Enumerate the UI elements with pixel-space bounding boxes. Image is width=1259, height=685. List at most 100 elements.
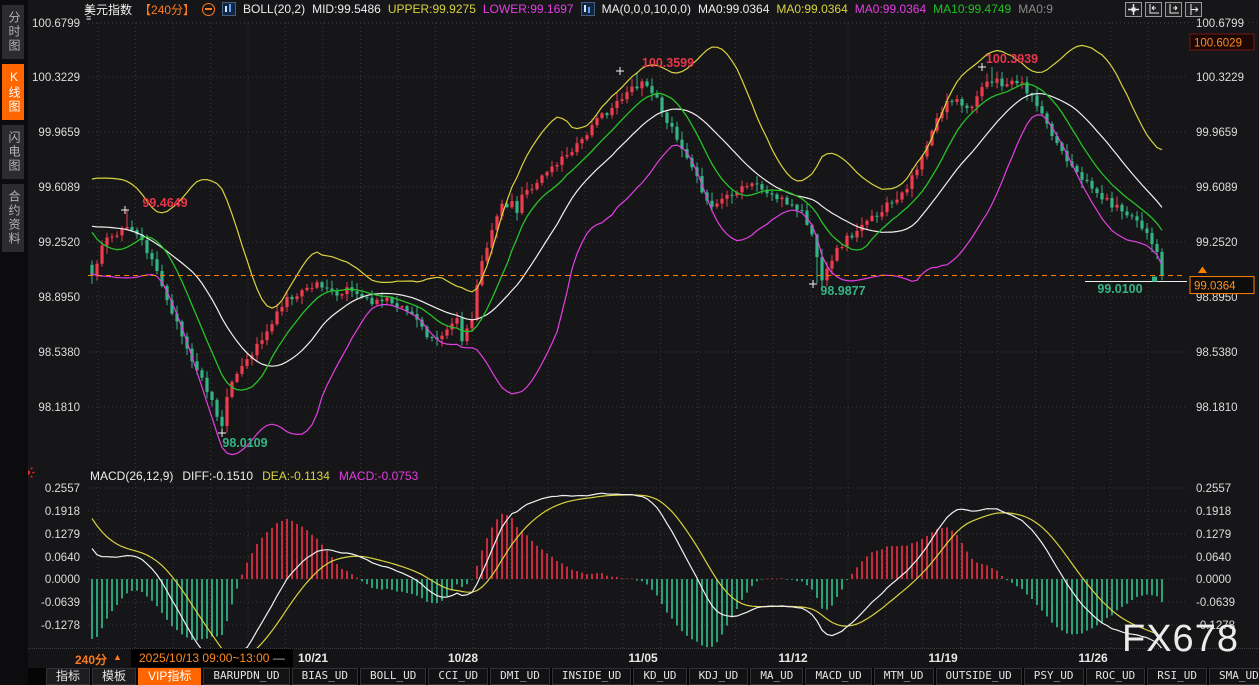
macd-label: MACD(26,12,9) [90,469,173,483]
ma-indicator-icon[interactable] [581,2,595,16]
tab-dmi_ud[interactable]: DMI_UD [490,668,550,685]
macd-axis-right-label: 0.0640 [1196,552,1231,564]
tab-vip指标[interactable]: VIP指标 [138,668,201,685]
main-axis-right-label: 98.1810 [1196,402,1238,414]
tab-macd_ud[interactable]: MACD_UD [805,668,871,685]
price-annotation-3: 98.9877 [820,284,865,298]
macd-axis-right-label: 0.2557 [1196,483,1231,495]
timeframe-label[interactable]: 240分 [75,651,107,668]
macd-axis-left-label: 0.0000 [45,574,80,586]
macd-axis-left-label: 0.0640 [45,552,80,564]
tab-boll_ud[interactable]: BOLL_UD [360,668,426,685]
ma-value-1: MA0:99.0364 [776,2,847,16]
macd-axis-left-label: 0.1279 [45,529,80,541]
macd-axis-right-label: 0.1918 [1196,506,1231,518]
sidebar-item-2[interactable]: 闪电图 [2,125,24,179]
last-price-value: 99.0364 [1194,281,1236,293]
tab-sma_ud[interactable]: SMA_UD [1209,668,1259,685]
macd-axis-right-label: 0.1279 [1196,529,1231,541]
ma-value-4: MA0:9 [1018,2,1053,16]
boll-upper-value: UPPER:99.9275 [388,2,476,16]
macd-macd-value: MACD:-0.0753 [339,469,418,483]
ma-label: MA(0,0,0,10,0,0) [602,2,691,16]
tab-rsi_ud[interactable]: RSI_UD [1147,668,1207,685]
main-axis-right-label: 99.9659 [1196,127,1238,139]
session-high-value: 100.6029 [1194,38,1242,50]
tab-mtm_ud[interactable]: MTM_UD [874,668,934,685]
sidebar-item-0[interactable]: 分时图 [2,5,24,59]
date-label-10-21: 10/21 [298,651,328,665]
macd-axis-left-label: 0.1918 [45,506,80,518]
shift-chart-icon[interactable] [1185,2,1202,17]
tab-ma_ud[interactable]: MA_UD [750,668,803,685]
chart-canvas[interactable]: 100.6799 100.3229 99.9659 99.6089 99.2520 98.… [0,0,1259,685]
pane-menu-icon[interactable]: ≡≡ [86,5,91,23]
price-up-arrow-icon [1198,267,1207,274]
tab-kd_ud[interactable]: KD_UD [633,668,686,685]
collapse-icon[interactable] [202,3,215,16]
tab-模板[interactable]: 模板 [92,668,136,685]
tab-roc_ud[interactable]: ROC_UD [1086,668,1146,685]
tab-kdj_ud[interactable]: KDJ_UD [689,668,749,685]
chart-header: 美元指数 【240分】 BOLL(20,2) MID:99.5486 UPPER… [28,0,1259,18]
main-axis-right-label: 99.6089 [1196,182,1238,194]
ma-value-2: MA0:99.0364 [855,2,926,16]
chart-tools [1125,2,1202,17]
date-label-11-05: 11/05 [628,651,657,665]
price-annotation-0: 99.4649 [142,196,187,210]
main-axis-left-label: 99.9659 [38,127,80,139]
main-axis-right-label: 99.2520 [1196,237,1238,249]
first-bar-range: 2025/10/13 09:00~13:00 — [131,649,293,667]
macd-header: MACD(26,12,9) DIFF:-0.1510 DEA:-0.1134 M… [90,469,418,483]
scale-axis-right-icon[interactable] [1165,2,1182,17]
tab-outside_ud[interactable]: OUTSIDE_UD [936,668,1022,685]
macd-dea-value: DEA:-0.1134 [262,469,330,483]
period-label: 【240分】 [139,1,195,18]
main-axis-left-label: 100.3229 [32,72,80,84]
date-label-11-12: 11/12 [778,651,807,665]
date-label-11-26: 11/26 [1078,651,1107,665]
boll-lower-value: LOWER:99.1697 [483,2,574,16]
trading-terminal: 100.6799 100.3229 99.9659 99.6089 99.2520 98.… [0,0,1259,685]
date-label-10-28: 10/28 [448,651,478,665]
macd-axis-right-label: -0.0639 [1196,597,1235,609]
price-annotation-1: 100.3599 [642,56,694,70]
sidebar: 分时图 K线图闪电图合约资料 [0,0,28,685]
watermark: FX678 [1122,618,1239,661]
main-axis-left-label: 100.6799 [32,18,80,30]
tab-inside_ud[interactable]: INSIDE_UD [552,668,632,685]
main-axis-left-label: 99.6089 [38,182,80,194]
main-axis-left-label: 98.8950 [38,292,80,304]
macd-diff-value: DIFF:-0.1510 [182,469,253,483]
ma-value-3: MA10:99.4749 [933,2,1011,16]
timeframe-up-arrow-icon[interactable]: ▲ [113,652,122,662]
price-annotation-4: 99.0100 [1097,282,1142,296]
boll-indicator-icon[interactable] [222,2,236,16]
main-axis-right-label: 98.5380 [1196,347,1238,359]
ma-value-0: MA0:99.0364 [698,2,769,16]
indicator-tabbar: 指标模板VIP指标BARUPDN_UDBIAS_UDBOLL_UDCCI_UDD… [28,668,1259,685]
scale-axis-left-icon[interactable] [1145,2,1162,17]
boll-label: BOLL(20,2) [243,2,305,16]
tab-指标[interactable]: 指标 [46,668,90,685]
macd-axis-left-label: 0.2557 [45,483,80,495]
macd-axis-left-label: -0.1278 [41,620,80,632]
price-annotation-2: 100.3939 [986,52,1038,66]
main-axis-right-label: 100.6799 [1196,18,1244,30]
main-axis-right-label: 100.3229 [1196,72,1244,84]
tab-barupdn_ud[interactable]: BARUPDN_UD [203,668,289,685]
ma-values: MA0:99.0364 MA0:99.0364 MA0:99.0364 MA10:99… [698,2,1053,16]
tab-cci_ud[interactable]: CCI_UD [428,668,488,685]
time-axis-bar: 240分 ▲ 2025/10/13 09:00~13:00 — 10/21 10/… [28,648,1259,668]
macd-axis-right-label: 0.0000 [1196,574,1231,586]
sidebar-item-3[interactable]: 合约资料 [2,184,24,252]
boll-mid-value: MID:99.5486 [312,2,381,16]
main-axis-left-label: 98.5380 [38,347,80,359]
tab-bias_ud[interactable]: BIAS_UD [292,668,358,685]
sidebar-item-1[interactable]: K线图 [2,64,24,120]
macd-axis-left-label: -0.0639 [41,597,80,609]
main-axis-left-label: 99.2520 [38,237,80,249]
move-tool-icon[interactable] [1125,2,1142,17]
date-label-11-19: 11/19 [928,651,957,665]
tab-psy_ud[interactable]: PSY_UD [1024,668,1084,685]
